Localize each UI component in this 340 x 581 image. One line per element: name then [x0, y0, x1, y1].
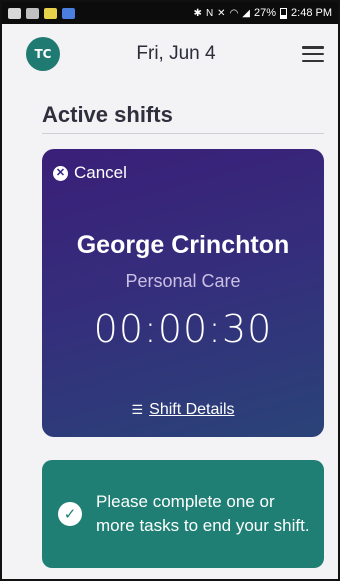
status-time: 2:48 PM: [291, 7, 332, 19]
check-circle-icon: ✓: [58, 502, 82, 526]
checklist-icon: ☰: [131, 402, 144, 417]
active-shift-card: ✕ Cancel George Crinchton Personal Care …: [42, 149, 324, 437]
battery-icon: [280, 7, 288, 19]
section-title: Active shifts: [42, 102, 173, 127]
cancel-label: Cancel: [74, 163, 127, 182]
shift-timer: 00:00:30: [93, 307, 273, 351]
notice-text: Please complete one or more tasks to end…: [96, 492, 310, 535]
cancel-button[interactable]: ✕ Cancel: [53, 163, 127, 183]
app-header: TC Fri, Jun 4: [2, 24, 338, 84]
service-type: Personal Care: [125, 271, 241, 291]
nfc-icon: N: [205, 7, 214, 19]
section-divider: [42, 133, 324, 134]
signal-chat-icon: [26, 7, 39, 19]
signal-icon: ◢: [242, 7, 250, 19]
app-icon: [62, 7, 75, 19]
avatar[interactable]: TC: [26, 37, 60, 71]
status-right: ✱ N ✕ ◠ ◢ 27% 2:48 PM: [194, 7, 332, 19]
shift-details-label: Shift Details: [149, 401, 235, 418]
close-circle-icon: ✕: [53, 165, 68, 181]
bitmoji-icon: [44, 7, 57, 19]
hamburger-menu-icon[interactable]: [302, 46, 324, 62]
status-left-icons: [8, 7, 75, 19]
status-bar: ✱ N ✕ ◠ ◢ 27% 2:48 PM: [2, 2, 338, 24]
wifi-icon: ◠: [229, 7, 239, 19]
worker-name: George Crinchton: [76, 231, 290, 259]
mute-icon: ✕: [217, 7, 226, 19]
task-notice: ✓ Please complete one or more tasks to e…: [42, 460, 324, 568]
bluetooth-icon: ✱: [193, 7, 202, 19]
app-frame: ✱ N ✕ ◠ ◢ 27% 2:48 PM TC Fri, Jun 4 Acti…: [0, 0, 340, 581]
header-date: Fri, Jun 4: [136, 43, 216, 64]
battery-percent: 27%: [254, 7, 277, 19]
shift-details-link[interactable]: ☰ Shift Details: [42, 401, 324, 419]
gallery-icon: [8, 7, 21, 19]
